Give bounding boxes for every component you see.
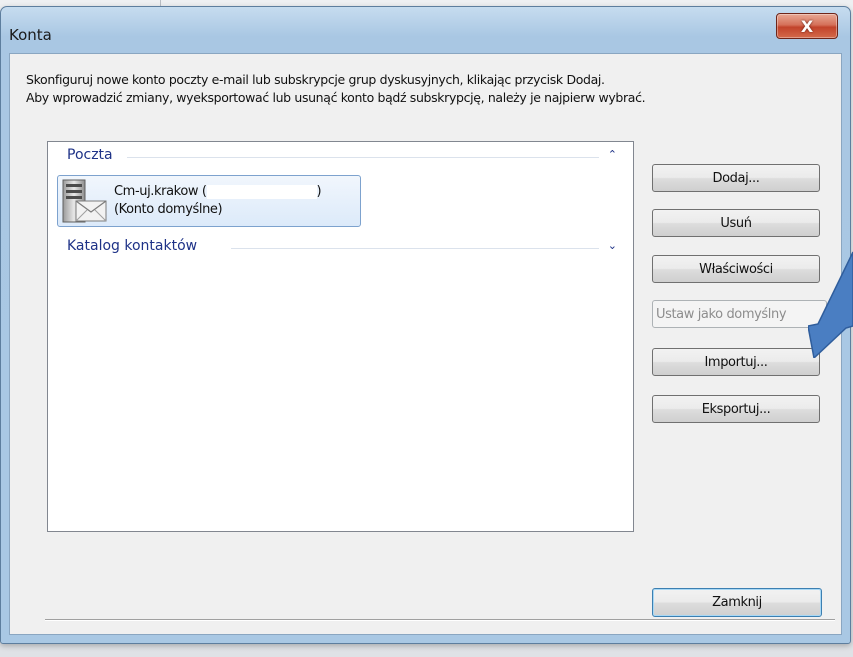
mail-server-icon: [62, 179, 107, 223]
accounts-list[interactable]: Poczta ⌃ Cm-uj.krakow () (Konto domyśln…: [47, 141, 634, 532]
properties-button[interactable]: Właściwości: [652, 255, 820, 283]
group-label-mail: Poczta: [67, 147, 113, 163]
footer-separator: [45, 619, 835, 621]
chevron-down-icon[interactable]: ⌄: [608, 239, 617, 252]
group-header-contacts[interactable]: Katalog kontaktów ⌄: [67, 238, 617, 258]
account-item-cm-uj-krakow[interactable]: Cm-uj.krakow () (Konto domyślne): [57, 175, 361, 227]
pointer-arrow-icon: [808, 251, 853, 358]
account-name: Cm-uj.krakow (): [114, 184, 322, 199]
close-icon: X: [800, 16, 814, 36]
instructions-line-2: Aby wprowadzić zmiany, wyeksportować lub…: [26, 90, 646, 105]
group-label-contacts: Katalog kontaktów: [67, 238, 198, 254]
group-divider: [127, 157, 599, 158]
add-button[interactable]: Dodaj...: [652, 164, 820, 192]
group-divider: [231, 248, 599, 249]
chevron-up-icon[interactable]: ⌃: [608, 148, 617, 161]
close-window-button[interactable]: X: [776, 13, 838, 39]
account-default-label: (Konto domyślne): [114, 202, 223, 217]
instructions-line-1: Skonfiguruj nowe konto poczty e-mail lub…: [26, 72, 605, 87]
account-name-suffix: ): [316, 184, 322, 199]
instructions-text: Skonfiguruj nowe konto poczty e-mail lub…: [26, 71, 836, 107]
remove-button[interactable]: Usuń: [652, 209, 820, 237]
dialog-title: Konta: [9, 26, 52, 44]
set-default-button[interactable]: Ustaw jako domyślny: [652, 300, 827, 328]
accounts-dialog: Konta X Skonfiguruj nowe konto poczty e-…: [0, 6, 851, 644]
group-header-mail[interactable]: Poczta ⌃: [67, 147, 617, 167]
close-button[interactable]: Zamknij: [652, 588, 822, 617]
account-name-prefix: Cm-uj.krakow (: [114, 184, 207, 199]
import-button[interactable]: Importuj...: [652, 348, 820, 376]
dialog-client-area: Skonfiguruj nowe konto poczty e-mail lub…: [9, 53, 842, 635]
export-button[interactable]: Eksportuj...: [652, 395, 820, 423]
redacted-email: [206, 184, 317, 199]
